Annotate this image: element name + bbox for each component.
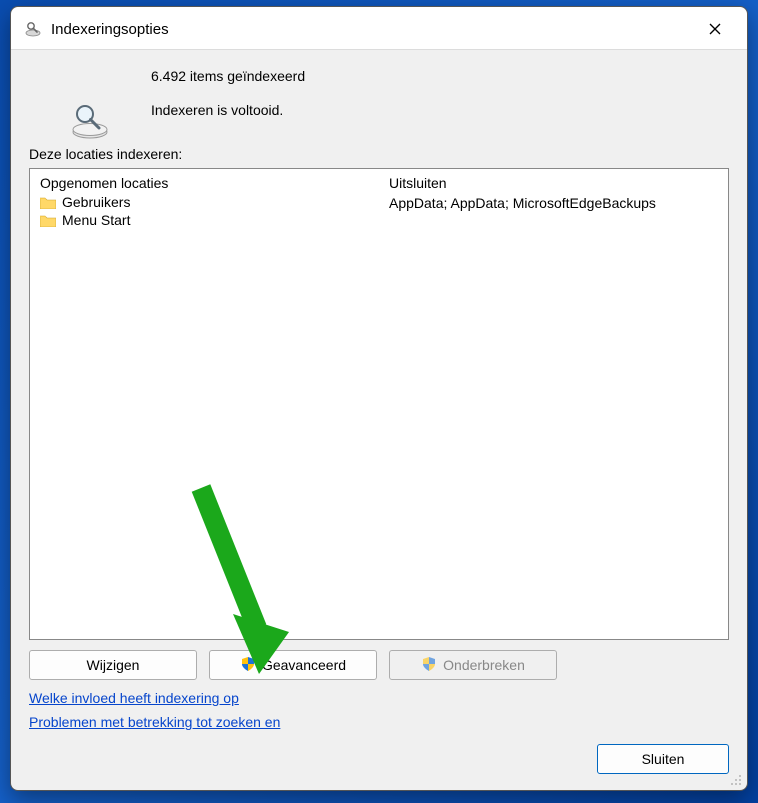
list-item[interactable]: Menu Start — [40, 211, 369, 229]
included-header: Opgenomen locaties — [40, 175, 369, 191]
footer-row: Sluiten — [29, 744, 729, 774]
resize-grip[interactable] — [729, 773, 743, 787]
close-icon — [709, 23, 721, 35]
close-dialog-button[interactable]: Sluiten — [597, 744, 729, 774]
pause-button: Onderbreken — [389, 650, 557, 680]
indexing-options-icon — [23, 19, 43, 39]
dialog-content: 6.492 items geïndexeerd Indexeren is vol… — [11, 50, 747, 790]
action-buttons: Wijzigen Geavanceerd — [29, 650, 729, 680]
link-how-affects[interactable]: Welke invloed heeft indexering op — [29, 690, 239, 706]
indexing-state: Indexeren is voltooid. — [151, 102, 729, 118]
help-links: Welke invloed heeft indexering op Proble… — [29, 690, 729, 738]
indexed-count: 6.492 items geïndexeerd — [151, 68, 729, 84]
shield-icon — [240, 656, 256, 675]
locations-list[interactable]: Opgenomen locaties Gebruikers Menu Start… — [29, 168, 729, 640]
magnifier-drive-icon — [69, 102, 111, 143]
modify-label: Wijzigen — [87, 657, 140, 673]
folder-icon — [40, 196, 56, 209]
location-label: Gebruikers — [62, 194, 130, 210]
titlebar: Indexeringsopties — [11, 7, 747, 50]
exclude-header: Uitsluiten — [389, 175, 718, 191]
close-button[interactable] — [695, 15, 735, 43]
advanced-label: Geavanceerd — [262, 657, 346, 673]
exclude-value — [389, 212, 718, 214]
link-troubleshoot[interactable]: Problemen met betrekking tot zoeken en — [29, 714, 280, 730]
included-column: Opgenomen locaties Gebruikers Menu Start — [30, 169, 379, 639]
list-item[interactable]: Gebruikers — [40, 193, 369, 211]
folder-icon — [40, 214, 56, 227]
exclude-column: Uitsluiten AppData; AppData; MicrosoftEd… — [379, 169, 728, 639]
pause-label: Onderbreken — [443, 657, 525, 673]
exclude-value: AppData; AppData; MicrosoftEdgeBackups — [389, 193, 718, 212]
modify-button[interactable]: Wijzigen — [29, 650, 197, 680]
status-block: 6.492 items geïndexeerd Indexeren is vol… — [29, 64, 729, 146]
indexing-options-dialog: Indexeringsopties 6.492 items geïndexeer… — [10, 6, 748, 791]
advanced-button[interactable]: Geavanceerd — [209, 650, 377, 680]
shield-icon — [421, 656, 437, 675]
locations-label: Deze locaties indexeren: — [29, 146, 729, 162]
location-label: Menu Start — [62, 212, 130, 228]
window-title: Indexeringsopties — [51, 21, 169, 38]
